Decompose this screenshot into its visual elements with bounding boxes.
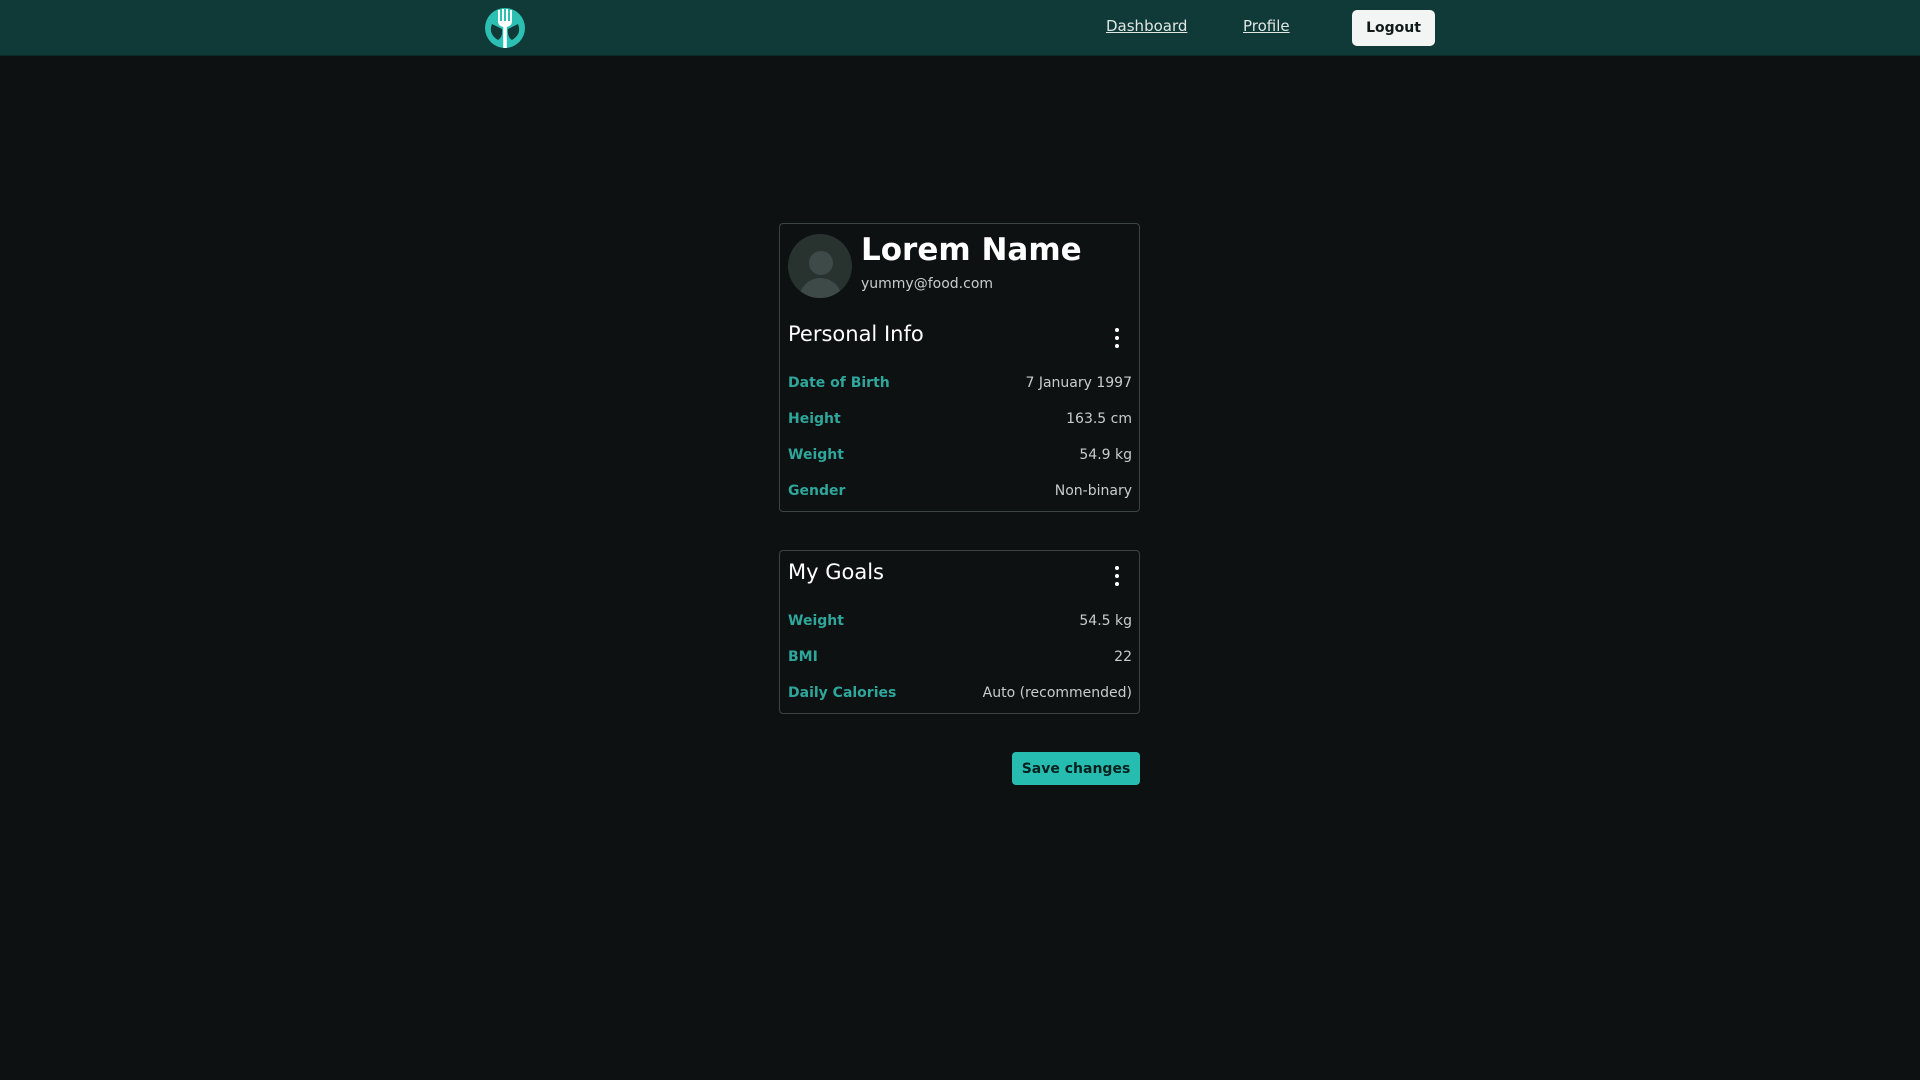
- profile-name: Lorem Name: [861, 232, 1082, 268]
- nav-link-dashboard[interactable]: Dashboard: [1106, 17, 1187, 35]
- info-row-value: 7 January 1997: [1025, 375, 1132, 391]
- goals-card: My Goals Weight 54.5 kg BMI 22 Daily Cal…: [779, 550, 1140, 714]
- info-row-value: 163.5 cm: [1066, 411, 1132, 427]
- fork-tree-logo-icon[interactable]: [484, 7, 526, 49]
- more-vertical-icon[interactable]: [1107, 563, 1127, 589]
- info-row-label: Weight: [788, 447, 844, 463]
- info-row-date-of-birth: Date of Birth 7 January 1997: [788, 375, 1132, 397]
- info-row-label: Height: [788, 411, 841, 427]
- info-row-label: Date of Birth: [788, 375, 890, 391]
- logout-button[interactable]: Logout: [1352, 10, 1435, 46]
- goal-row-weight: Weight 54.5 kg: [788, 613, 1132, 635]
- info-row-gender: Gender Non-binary: [788, 483, 1132, 505]
- goal-row-value: 54.5 kg: [1079, 613, 1132, 629]
- goal-row-label: BMI: [788, 649, 818, 665]
- goals-title: My Goals: [788, 560, 884, 584]
- goal-row-bmi: BMI 22: [788, 649, 1132, 671]
- info-row-height: Height 163.5 cm: [788, 411, 1132, 433]
- save-changes-button[interactable]: Save changes: [1012, 752, 1140, 785]
- goal-row-value: 22: [1114, 649, 1132, 665]
- goal-row-label: Daily Calories: [788, 685, 897, 701]
- goal-row-label: Weight: [788, 613, 844, 629]
- top-navbar: Dashboard Profile Logout: [0, 0, 1920, 56]
- info-row-label: Gender: [788, 483, 846, 499]
- more-vertical-icon[interactable]: [1107, 325, 1127, 351]
- profile-email: yummy@food.com: [861, 276, 994, 292]
- profile-card: Lorem Name yummy@food.com Personal Info …: [779, 223, 1140, 512]
- nav-link-profile[interactable]: Profile: [1243, 17, 1290, 35]
- personal-info-title: Personal Info: [788, 322, 924, 346]
- goal-row-value: Auto (recommended): [982, 685, 1132, 701]
- info-row-weight: Weight 54.9 kg: [788, 447, 1132, 469]
- user-avatar-icon: [788, 234, 852, 298]
- goal-row-daily-calories: Daily Calories Auto (recommended): [788, 685, 1132, 707]
- info-row-value: Non-binary: [1054, 483, 1132, 499]
- info-row-value: 54.9 kg: [1079, 447, 1132, 463]
